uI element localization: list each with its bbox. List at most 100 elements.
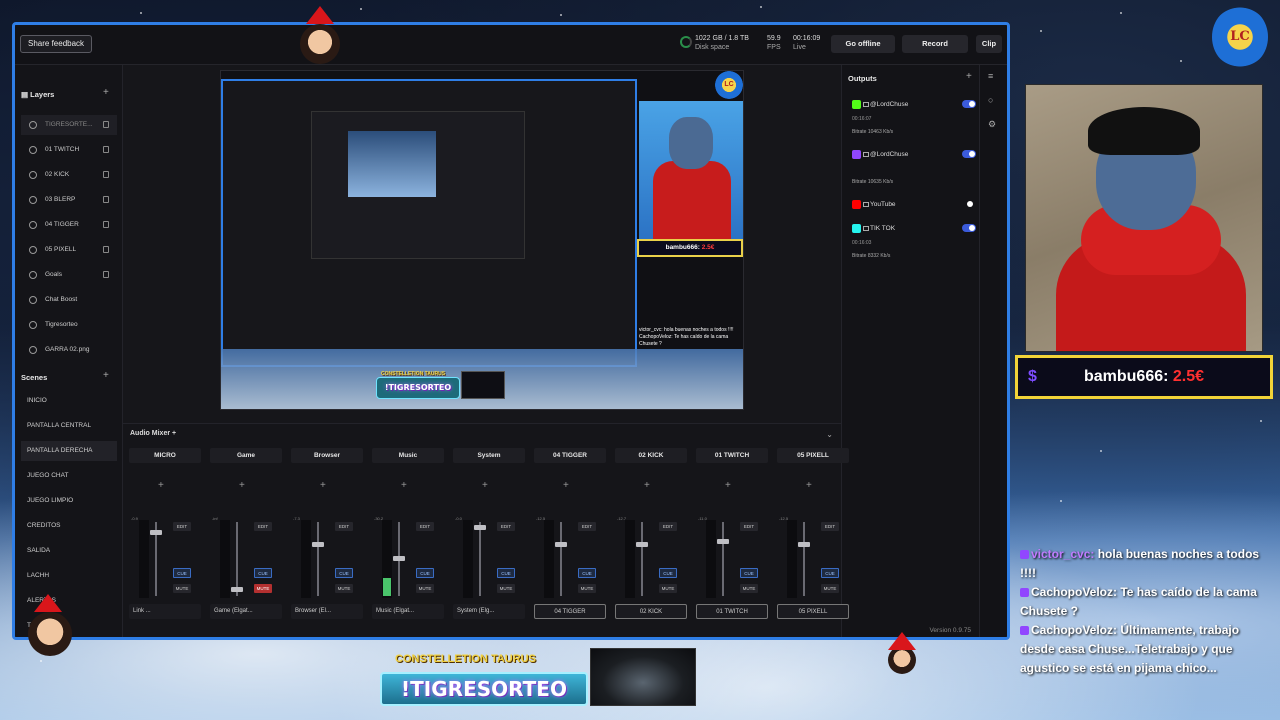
edit-button[interactable]: EDIT: [254, 522, 272, 531]
volume-fader[interactable]: [479, 522, 481, 596]
channel-source-select[interactable]: 01 TWITCH: [696, 604, 768, 619]
channel-name[interactable]: 05 PIXELL: [777, 448, 849, 463]
output-toggle[interactable]: [962, 224, 976, 232]
mute-button[interactable]: MUTE: [821, 584, 839, 593]
share-feedback-button[interactable]: Share feedback: [20, 35, 93, 53]
fader-knob[interactable]: [312, 542, 324, 548]
scene-item-active[interactable]: PANTALLA DERECHA: [21, 441, 117, 461]
cue-button[interactable]: CUE: [497, 568, 515, 578]
add-filter-button[interactable]: +: [806, 480, 812, 491]
channel-name[interactable]: MICRO: [129, 448, 201, 463]
channel-source-select[interactable]: Link ...: [129, 604, 201, 619]
channel-source-select[interactable]: System (Elg...: [453, 604, 525, 619]
mute-button[interactable]: MUTE: [335, 584, 353, 593]
output-toggle[interactable]: [962, 100, 976, 108]
fader-knob[interactable]: [555, 542, 567, 548]
fader-knob[interactable]: [474, 525, 486, 531]
scene-item[interactable]: SALIDA: [21, 541, 117, 561]
channel-source-select[interactable]: Game (Elgat...: [210, 604, 282, 619]
edit-button[interactable]: EDIT: [497, 522, 515, 531]
volume-fader[interactable]: [560, 522, 562, 596]
layer-item[interactable]: 05 PIXELL: [21, 240, 117, 260]
fader-knob[interactable]: [150, 530, 162, 536]
volume-fader[interactable]: [317, 522, 319, 596]
volume-fader[interactable]: [722, 522, 724, 596]
edit-button[interactable]: EDIT: [740, 522, 758, 531]
lock-icon[interactable]: [103, 171, 109, 178]
lock-icon[interactable]: [103, 221, 109, 228]
go-offline-button[interactable]: Go offline: [831, 35, 895, 53]
lock-icon[interactable]: [103, 196, 109, 203]
cue-button[interactable]: CUE: [335, 568, 353, 578]
layer-item[interactable]: 04 TIGGER: [21, 215, 117, 235]
lock-icon[interactable]: [103, 121, 109, 128]
lock-icon[interactable]: [103, 246, 109, 253]
channel-name[interactable]: 04 TIGGER: [534, 448, 606, 463]
cue-button[interactable]: CUE: [659, 568, 677, 578]
layer-item[interactable]: TIGRESORTE...: [21, 115, 117, 135]
mute-button[interactable]: MUTE: [740, 584, 758, 593]
edit-button[interactable]: EDIT: [173, 522, 191, 531]
chat-icon[interactable]: ○: [988, 95, 993, 105]
add-filter-button[interactable]: +: [482, 480, 488, 491]
channel-source-select[interactable]: 05 PIXELL: [777, 604, 849, 619]
volume-fader[interactable]: [641, 522, 643, 596]
settings-icon[interactable]: ⚙: [988, 119, 996, 130]
channel-name[interactable]: 01 TWITCH: [696, 448, 768, 463]
fader-knob[interactable]: [393, 556, 405, 561]
mute-button[interactable]: MUTE: [497, 584, 515, 593]
add-filter-button[interactable]: +: [725, 480, 731, 491]
output-toggle[interactable]: [962, 200, 976, 208]
scene-item[interactable]: JUEGO LIMPIO: [21, 491, 117, 511]
scene-item[interactable]: JUEGO CHAT: [21, 466, 117, 486]
output-tiktok[interactable]: TIK TOK 00:16:03 Bitrate 8332 Kb/s: [848, 224, 976, 265]
add-filter-button[interactable]: +: [239, 480, 245, 491]
layer-item[interactable]: Tigresorteo: [21, 315, 117, 335]
channel-source-select[interactable]: Music (Elgat...: [372, 604, 444, 619]
lock-icon[interactable]: [103, 146, 109, 153]
scene-item[interactable]: INICIO: [21, 391, 117, 411]
cue-button[interactable]: CUE: [173, 568, 191, 578]
edit-button[interactable]: EDIT: [659, 522, 677, 531]
output-twitch[interactable]: @LordChuse Bitrate 10635 Kb/s: [848, 150, 976, 191]
fader-knob[interactable]: [636, 542, 648, 548]
output-kick[interactable]: @LordChuse 00:16:07 Bitrate 10463 Kb/s: [848, 100, 976, 141]
cue-button[interactable]: CUE: [416, 568, 434, 578]
collapse-mixer-icon[interactable]: ⌄: [826, 430, 833, 439]
channel-name[interactable]: System: [453, 448, 525, 463]
cue-button[interactable]: CUE: [254, 568, 272, 578]
mute-button[interactable]: MUTE: [254, 584, 272, 593]
edit-button[interactable]: EDIT: [821, 522, 839, 531]
channel-name[interactable]: Game: [210, 448, 282, 463]
mute-button[interactable]: MUTE: [416, 584, 434, 593]
layer-item[interactable]: 03 BLERP: [21, 190, 117, 210]
scene-item[interactable]: LACHH: [21, 566, 117, 586]
volume-fader[interactable]: [803, 522, 805, 596]
layer-item[interactable]: 02 KICK: [21, 165, 117, 185]
fader-knob[interactable]: [798, 542, 810, 548]
channel-name[interactable]: Browser: [291, 448, 363, 463]
layer-item[interactable]: Goals: [21, 265, 117, 285]
layer-item[interactable]: Chat Boost: [21, 290, 117, 310]
list-icon[interactable]: ≡: [988, 71, 993, 81]
clip-button[interactable]: Clip: [976, 35, 1002, 53]
channel-source-select[interactable]: 02 KICK: [615, 604, 687, 619]
volume-fader[interactable]: [236, 522, 238, 596]
output-toggle[interactable]: [962, 150, 976, 158]
cue-button[interactable]: CUE: [578, 568, 596, 578]
add-output-button[interactable]: +: [966, 71, 972, 82]
add-filter-button[interactable]: +: [320, 480, 326, 491]
scene-item[interactable]: CREDITOS: [21, 516, 117, 536]
mute-button[interactable]: MUTE: [659, 584, 677, 593]
edit-button[interactable]: EDIT: [335, 522, 353, 531]
edit-button[interactable]: EDIT: [416, 522, 434, 531]
add-scene-button[interactable]: +: [103, 370, 109, 381]
mute-button[interactable]: MUTE: [173, 584, 191, 593]
output-youtube[interactable]: YouTube: [848, 200, 976, 217]
scene-item[interactable]: PANTALLA CENTRAL: [21, 416, 117, 436]
channel-source-select[interactable]: Browser (El...: [291, 604, 363, 619]
add-filter-button[interactable]: +: [401, 480, 407, 491]
add-filter-button[interactable]: +: [563, 480, 569, 491]
fader-knob[interactable]: [231, 586, 243, 592]
channel-source-select[interactable]: 04 TIGGER: [534, 604, 606, 619]
